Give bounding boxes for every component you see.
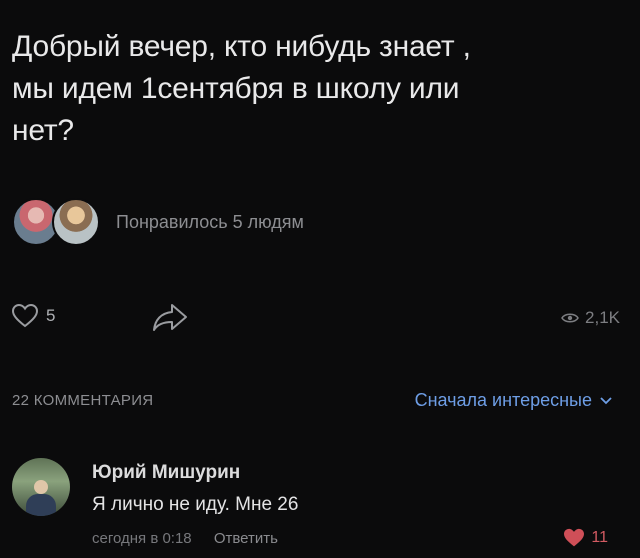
views-count: 2,1K <box>585 308 620 327</box>
like-button[interactable]: 5 <box>12 304 55 328</box>
post-actions: 5 2,1K <box>12 300 628 340</box>
comment-meta: сегодня в 0:18 Ответить <box>92 530 278 547</box>
comments-header: 22 КОММЕНТАРИЯ Сначала интересные <box>12 390 612 416</box>
comment-author[interactable]: Юрий Мишурин <box>92 462 240 484</box>
comment-like-button[interactable]: 11 <box>563 528 608 548</box>
like-count: 5 <box>46 306 56 325</box>
avatar[interactable] <box>12 458 70 516</box>
chevron-down-icon <box>600 396 612 405</box>
comments-count-label: 22 КОММЕНТАРИЯ <box>12 392 154 409</box>
share-button[interactable] <box>152 302 188 332</box>
comment-time: сегодня в 0:18 <box>92 530 192 547</box>
heart-outline-icon <box>12 304 38 328</box>
liker-avatar[interactable] <box>52 198 100 246</box>
comment-item: Юрий Мишурин Я лично не иду. Мне 26 сего… <box>12 458 622 554</box>
comment-text: Я лично не иду. Мне 26 <box>92 494 299 515</box>
comment-like-count: 11 <box>591 529 608 546</box>
heart-filled-icon <box>563 528 585 548</box>
post-text: Добрый вечер, кто нибудь знает , мы идем… <box>12 30 471 147</box>
reply-button[interactable]: Ответить <box>214 530 278 547</box>
share-arrow-icon <box>152 302 188 332</box>
likers-text[interactable]: Понравилось 5 людям <box>116 212 304 233</box>
views-counter: 2,1K <box>561 308 620 328</box>
comments-sort-select[interactable]: Сначала интересные <box>415 390 612 411</box>
likers-row[interactable]: Понравилось 5 людям <box>12 198 304 246</box>
eye-icon <box>561 312 579 324</box>
sort-label: Сначала интересные <box>414 390 592 410</box>
